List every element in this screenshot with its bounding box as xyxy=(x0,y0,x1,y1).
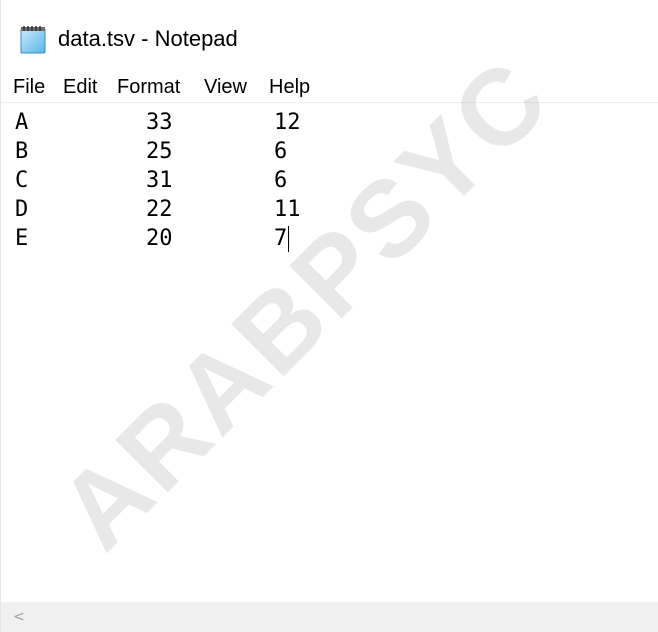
cell-value-2: 7 xyxy=(274,226,288,251)
cell-value-2: 6 xyxy=(274,168,288,193)
cell-label: A xyxy=(15,110,29,135)
menu-view[interactable]: View xyxy=(204,74,247,100)
chevron-left-icon[interactable]: < xyxy=(13,608,25,626)
cell-label: B xyxy=(15,139,29,164)
text-line: D 22 11 xyxy=(1,196,658,224)
cell-label: E xyxy=(15,226,29,251)
cell-label: D xyxy=(15,197,29,222)
text-line: E 20 7 xyxy=(1,225,658,253)
notepad-window: data.tsv - Notepad File Edit Format View… xyxy=(0,0,658,632)
cell-value-2: 6 xyxy=(274,139,288,164)
text-line: B 25 6 xyxy=(1,138,658,166)
cell-value-1: 31 xyxy=(146,168,173,193)
cell-value-1: 20 xyxy=(146,226,173,251)
cell-value-1: 22 xyxy=(146,197,173,222)
text-caret xyxy=(288,226,289,252)
cell-value-2: 12 xyxy=(274,110,301,135)
menu-file[interactable]: File xyxy=(13,74,45,100)
menu-help[interactable]: Help xyxy=(269,74,310,100)
text-line: A 33 12 xyxy=(1,109,658,137)
menu-bar: File Edit Format View Help xyxy=(1,72,658,103)
menu-format[interactable]: Format xyxy=(117,74,180,100)
menu-edit[interactable]: Edit xyxy=(63,74,97,100)
cell-value-2: 11 xyxy=(274,197,301,222)
horizontal-scrollbar[interactable]: < xyxy=(1,602,658,632)
title-bar[interactable]: data.tsv - Notepad xyxy=(1,0,658,70)
text-editor-area[interactable]: ARABPSYC A 33 12 B 25 6 C 31 6 D 22 11 E… xyxy=(1,35,658,602)
cell-value-1: 33 xyxy=(146,110,173,135)
window-title: data.tsv - Notepad xyxy=(58,26,238,51)
text-line: C 31 6 xyxy=(1,167,658,195)
notepad-icon xyxy=(20,26,46,54)
cell-label: C xyxy=(15,168,29,193)
cell-value-1: 25 xyxy=(146,139,173,164)
